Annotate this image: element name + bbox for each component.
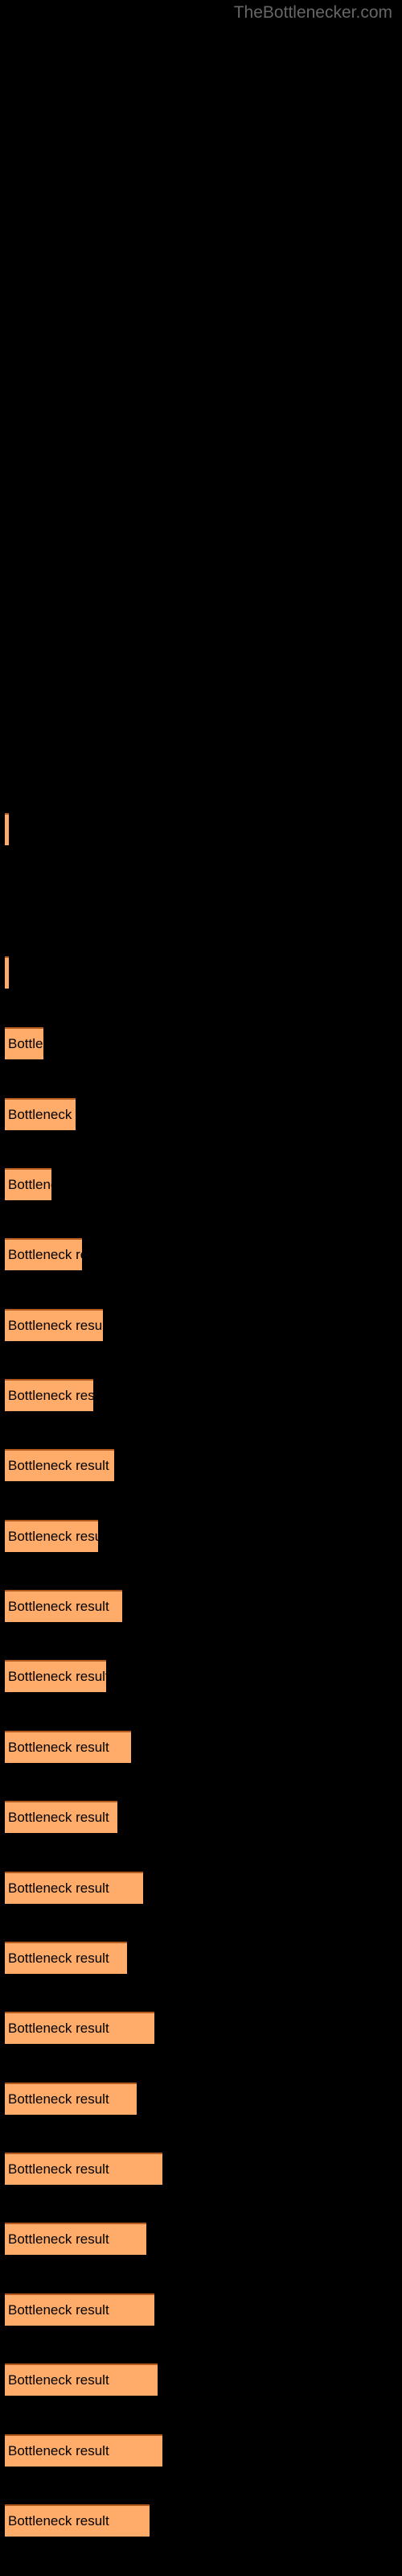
bar[interactable]: Bottleneck result: [5, 1168, 51, 1200]
bar-row: Bottleneck result: [0, 1168, 402, 1200]
bar-row: Bottleneck result: [0, 2153, 402, 2185]
bottleneck-bar-chart: Bottleneck result Bottleneck result Bottle…: [0, 0, 402, 2576]
bar-label: Bottleneck result: [8, 1599, 109, 1614]
bar[interactable]: Bottleneck result: [5, 813, 9, 845]
bar-row: Bottleneck result: [0, 956, 402, 989]
bar-row: Bottleneck result: [0, 1449, 402, 1481]
bar-row: Bottleneck result: [0, 1379, 402, 1411]
bar-label: Bottleneck result: [8, 1318, 103, 1333]
bar-label: Bottleneck result: [8, 1880, 109, 1896]
bar-row: Bottleneck result: [0, 813, 402, 845]
bar-row: Bottleneck result: [0, 1027, 402, 1059]
bar[interactable]: Bottleneck result: [5, 2223, 146, 2255]
bar[interactable]: Bottleneck result: [5, 2293, 154, 2326]
bar-row: Bottleneck result: [0, 1801, 402, 1833]
bar-row: Bottleneck result: [0, 1590, 402, 1622]
bar[interactable]: Bottleneck result: [5, 1098, 76, 1130]
bar-row: Bottleneck result: [0, 1238, 402, 1270]
bar-label: Bottleneck result: [8, 2021, 109, 2036]
bar-row: Bottleneck result: [0, 1872, 402, 1904]
bar[interactable]: Bottleneck result: [5, 1660, 106, 1692]
bar-row: Bottleneck result: [0, 1098, 402, 1130]
bar-label: Bottleneck result: [8, 1388, 93, 1403]
bar-label: Bottleneck result: [8, 1177, 51, 1192]
bar[interactable]: Bottleneck result: [5, 1238, 82, 1270]
bar-row: Bottleneck result: [0, 1660, 402, 1692]
bar-label: Bottleneck result: [8, 2443, 109, 2458]
bar-label: Bottleneck result: [8, 1036, 43, 1051]
bar-label: Bottleneck result: [8, 1107, 76, 1122]
bar-label: Bottleneck result: [8, 965, 9, 981]
chart-plot-area: Bottleneck result Bottleneck result Bottle…: [0, 0, 402, 2576]
bar-label: Bottleneck result: [8, 1529, 98, 1544]
bar[interactable]: Bottleneck result: [5, 1801, 117, 1833]
bar-label: Bottleneck result: [8, 2513, 109, 2529]
bar[interactable]: Bottleneck result: [5, 1379, 93, 1411]
bar-row: Bottleneck result: [0, 2363, 402, 2396]
bar[interactable]: Bottleneck result: [5, 2434, 162, 2467]
bar[interactable]: Bottleneck result: [5, 2153, 162, 2185]
bar-label: Bottleneck result: [8, 2091, 109, 2107]
bar[interactable]: Bottleneck result: [5, 1309, 103, 1341]
bar-row: Bottleneck result: [0, 1309, 402, 1341]
bar-row: Bottleneck result: [0, 2504, 402, 2537]
bar-row: Bottleneck result: [0, 1942, 402, 1974]
bar-row: Bottleneck result: [0, 2293, 402, 2326]
bar-label: Bottleneck result: [8, 1458, 109, 1473]
bar[interactable]: Bottleneck result: [5, 2012, 154, 2044]
site-watermark: TheBottlenecker.com: [233, 3, 392, 22]
bar-row: Bottleneck result: [0, 1520, 402, 1552]
bar-row: Bottleneck result: [0, 2083, 402, 2115]
bar-row: Bottleneck result: [0, 1731, 402, 1763]
bar-row: Bottleneck result: [0, 2434, 402, 2467]
bar-row: Bottleneck result: [0, 2012, 402, 2044]
bar[interactable]: Bottleneck result: [5, 2083, 137, 2115]
bar[interactable]: Bottleneck result: [5, 956, 9, 989]
bar[interactable]: Bottleneck result: [5, 1590, 122, 1622]
bar-label: Bottleneck result: [8, 2372, 109, 2388]
bar-label: Bottleneck result: [8, 1669, 106, 1684]
bar[interactable]: Bottleneck result: [5, 1520, 98, 1552]
bar[interactable]: Bottleneck result: [5, 1872, 143, 1904]
bar[interactable]: Bottleneck result: [5, 1942, 127, 1974]
bar[interactable]: Bottleneck result: [5, 1027, 43, 1059]
bar-label: Bottleneck result: [8, 1810, 109, 1825]
bar-label: Bottleneck result: [8, 2302, 109, 2318]
bar-label: Bottleneck result: [8, 1247, 82, 1262]
bar[interactable]: Bottleneck result: [5, 1731, 131, 1763]
bar-row: Bottleneck result: [0, 2223, 402, 2255]
bar-label: Bottleneck result: [8, 1740, 109, 1755]
bar[interactable]: Bottleneck result: [5, 2504, 150, 2537]
bar-label: Bottleneck result: [8, 2231, 109, 2247]
bar-label: Bottleneck result: [8, 822, 9, 838]
bar[interactable]: Bottleneck result: [5, 2363, 158, 2396]
bar[interactable]: Bottleneck result: [5, 1449, 114, 1481]
bar-label: Bottleneck result: [8, 2161, 109, 2177]
bar-label: Bottleneck result: [8, 1951, 109, 1966]
